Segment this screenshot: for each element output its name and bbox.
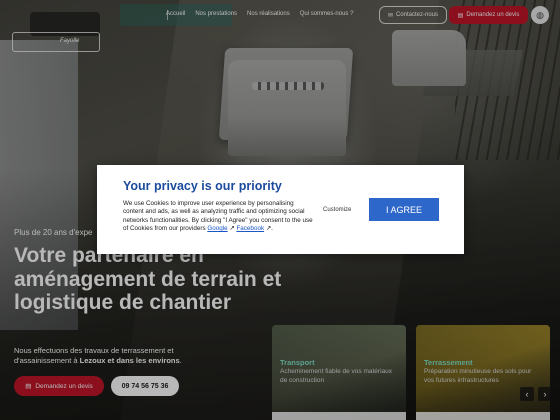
google-link[interactable]: Google: [207, 225, 227, 232]
facebook-link[interactable]: Facebook: [236, 225, 264, 232]
privacy-body-end: .: [271, 225, 273, 233]
privacy-modal: Your privacy is our priority We use Cook…: [97, 165, 464, 254]
customize-button[interactable]: Customize: [323, 207, 351, 213]
external-link-icon: ↗: [229, 225, 235, 233]
privacy-body: We use Cookies to improve user experienc…: [123, 200, 313, 234]
privacy-title: Your privacy is our priority: [123, 179, 282, 193]
agree-button[interactable]: I AGREE: [369, 198, 439, 221]
